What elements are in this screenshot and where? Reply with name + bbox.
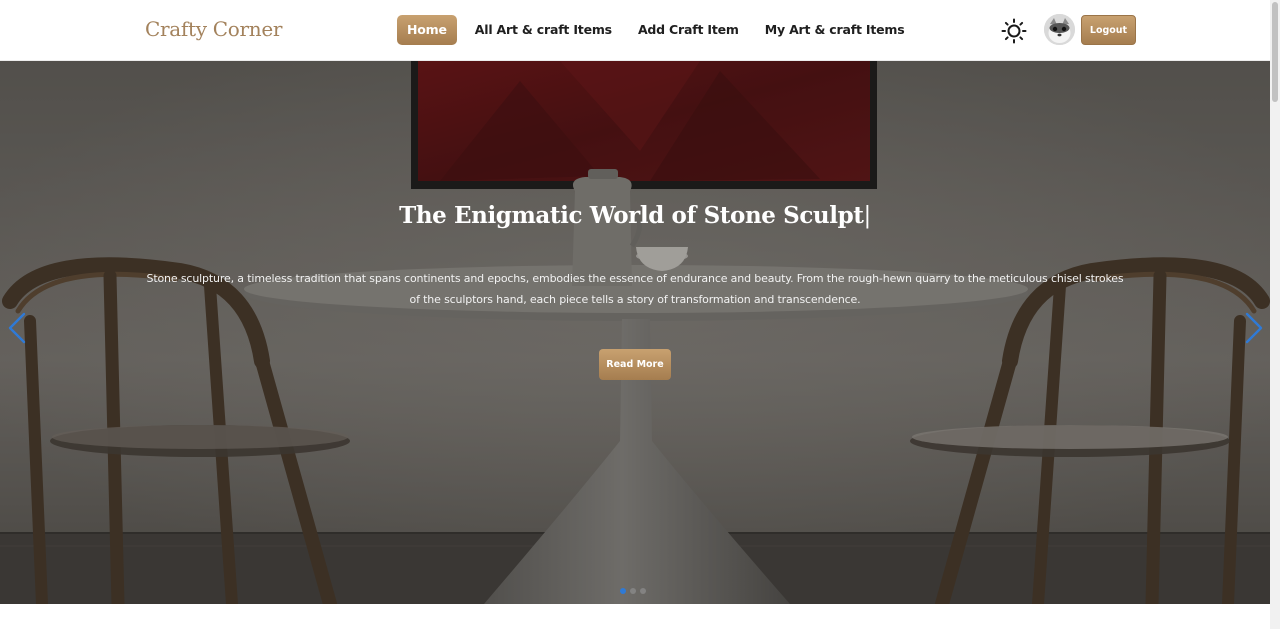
carousel-next-button[interactable] <box>1243 311 1265 345</box>
hero-carousel: The Enigmatic World of Stone Sculpt| Sto… <box>0 61 1270 604</box>
nav-item-add-craft-item[interactable]: Add Craft Item <box>624 15 751 45</box>
hero-description: Stone sculpture, a timeless tradition th… <box>146 272 1124 306</box>
avatar-image <box>1044 14 1075 45</box>
nav-item-my-art-craft-items[interactable]: My Art & craft Items <box>751 15 917 45</box>
read-more-button[interactable]: Read More <box>599 349 671 380</box>
user-avatar[interactable] <box>1044 14 1075 45</box>
chevron-right-icon <box>1245 312 1263 344</box>
nav-item-all-art-craft-items[interactable]: All Art & craft Items <box>461 15 624 45</box>
pagination-dot-1[interactable] <box>620 588 626 594</box>
hero-overlay <box>0 61 1270 604</box>
chevron-left-icon <box>8 312 26 344</box>
carousel-prev-button[interactable] <box>6 311 28 345</box>
typing-cursor: | <box>863 203 872 229</box>
scrollbar-thumb[interactable] <box>1272 2 1278 102</box>
pagination-dot-3[interactable] <box>640 588 646 594</box>
hero-title: The Enigmatic World of Stone Sculpt| <box>0 202 1270 229</box>
pagination-dot-2[interactable] <box>630 588 636 594</box>
site-header: Crafty Corner Home All Art & craft Items… <box>0 0 1270 61</box>
logout-button[interactable]: Logout <box>1081 15 1136 45</box>
sun-icon <box>1001 18 1027 44</box>
brand-logo[interactable]: Crafty Corner <box>145 17 282 41</box>
carousel-pagination <box>620 588 646 594</box>
theme-toggle-button[interactable] <box>1000 17 1028 45</box>
page-scrollbar[interactable] <box>1270 0 1280 629</box>
nav-item-home[interactable]: Home <box>397 15 457 45</box>
main-nav: Home All Art & craft Items Add Craft Ite… <box>397 15 916 45</box>
hero-title-text: The Enigmatic World of Stone Sculpt <box>399 202 864 229</box>
